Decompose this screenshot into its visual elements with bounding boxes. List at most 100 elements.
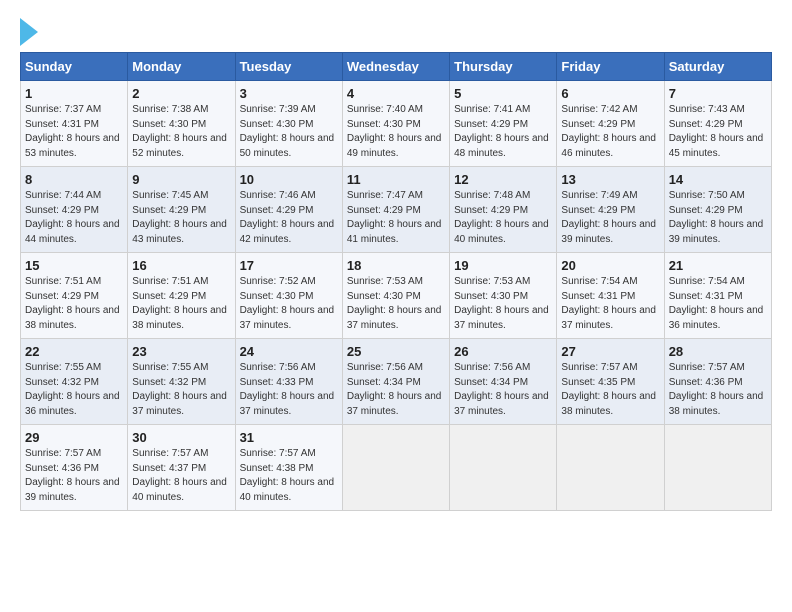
calendar-cell: 24Sunrise: 7:56 AMSunset: 4:33 PMDayligh…: [235, 339, 342, 425]
calendar-cell: 1 Sunrise: 7:37 AMSunset: 4:31 PMDaylight…: [21, 81, 128, 167]
calendar-cell: 12Sunrise: 7:48 AMSunset: 4:29 PMDayligh…: [450, 167, 557, 253]
day-info: Sunrise: 7:42 AMSunset: 4:29 PMDaylight:…: [561, 104, 656, 159]
calendar-cell: [342, 425, 449, 511]
calendar-cell: 25 Sunrise: 7:56 AMSunset: 4:34 PMDayligh…: [342, 339, 449, 425]
calendar-cell: 20 Sunrise: 7:54 AMSunset: 4:31 PMDayligh…: [557, 253, 664, 339]
day-number: 5: [454, 86, 552, 101]
day-info: Sunrise: 7:55 AMSunset: 4:32 PMDaylight:…: [132, 362, 227, 417]
day-number: 21: [669, 258, 767, 273]
calendar-cell: 29 Sunrise: 7:57 AMSunset: 4:36 PMDayligh…: [21, 425, 128, 511]
column-header-saturday: Saturday: [664, 53, 771, 81]
calendar-cell: [450, 425, 557, 511]
day-number: 15: [25, 258, 123, 273]
day-info: Sunrise: 7:46 AMSunset: 4:29 PMDaylight:…: [240, 190, 335, 245]
day-info: Sunrise: 7:45 AMSunset: 4:29 PMDaylight:…: [132, 190, 227, 245]
day-number: 8: [25, 172, 123, 187]
calendar-cell: [664, 425, 771, 511]
day-info: Sunrise: 7:57 AMSunset: 4:38 PMDaylight:…: [240, 448, 335, 503]
day-info: Sunrise: 7:38 AMSunset: 4:30 PMDaylight:…: [132, 104, 227, 159]
calendar-cell: 8 Sunrise: 7:44 AMSunset: 4:29 PMDaylight…: [21, 167, 128, 253]
day-info: Sunrise: 7:39 AMSunset: 4:30 PMDaylight:…: [240, 104, 335, 159]
calendar-cell: 18 Sunrise: 7:53 AMSunset: 4:30 PMDayligh…: [342, 253, 449, 339]
day-number: 30: [132, 430, 230, 445]
day-info: Sunrise: 7:53 AMSunset: 4:30 PMDaylight:…: [454, 276, 549, 331]
day-number: 9: [132, 172, 230, 187]
day-number: 31: [240, 430, 338, 445]
day-info: Sunrise: 7:54 AMSunset: 4:31 PMDaylight:…: [669, 276, 764, 331]
day-number: 4: [347, 86, 445, 101]
day-info: Sunrise: 7:51 AMSunset: 4:29 PMDaylight:…: [25, 276, 120, 331]
column-header-sunday: Sunday: [21, 53, 128, 81]
day-number: 22: [25, 344, 123, 359]
day-info: Sunrise: 7:37 AMSunset: 4:31 PMDaylight:…: [25, 104, 120, 159]
day-info: Sunrise: 7:50 AMSunset: 4:29 PMDaylight:…: [669, 190, 764, 245]
calendar-cell: 6 Sunrise: 7:42 AMSunset: 4:29 PMDaylight…: [557, 81, 664, 167]
calendar-week-3: 15 Sunrise: 7:51 AMSunset: 4:29 PMDayligh…: [21, 253, 772, 339]
calendar-cell: 3 Sunrise: 7:39 AMSunset: 4:30 PMDaylight…: [235, 81, 342, 167]
day-info: Sunrise: 7:57 AMSunset: 4:35 PMDaylight:…: [561, 362, 656, 417]
calendar-cell: 10 Sunrise: 7:46 AMSunset: 4:29 PMDayligh…: [235, 167, 342, 253]
day-number: 7: [669, 86, 767, 101]
day-info: Sunrise: 7:43 AMSunset: 4:29 PMDaylight:…: [669, 104, 764, 159]
day-info: Sunrise: 7:54 AMSunset: 4:31 PMDaylight:…: [561, 276, 656, 331]
calendar-cell: 14Sunrise: 7:50 AMSunset: 4:29 PMDayligh…: [664, 167, 771, 253]
calendar-cell: 27 Sunrise: 7:57 AMSunset: 4:35 PMDayligh…: [557, 339, 664, 425]
calendar-header-row: SundayMondayTuesdayWednesdayThursdayFrid…: [21, 53, 772, 81]
calendar-cell: 21 Sunrise: 7:54 AMSunset: 4:31 PMDayligh…: [664, 253, 771, 339]
calendar-cell: 2Sunrise: 7:38 AMSunset: 4:30 PMDaylight…: [128, 81, 235, 167]
day-info: Sunrise: 7:57 AMSunset: 4:37 PMDaylight:…: [132, 448, 227, 503]
calendar-cell: 11 Sunrise: 7:47 AMSunset: 4:29 PMDayligh…: [342, 167, 449, 253]
calendar-cell: 16Sunrise: 7:51 AMSunset: 4:29 PMDayligh…: [128, 253, 235, 339]
calendar-cell: 13 Sunrise: 7:49 AMSunset: 4:29 PMDayligh…: [557, 167, 664, 253]
day-number: 3: [240, 86, 338, 101]
day-number: 10: [240, 172, 338, 187]
day-number: 26: [454, 344, 552, 359]
day-number: 13: [561, 172, 659, 187]
day-info: Sunrise: 7:44 AMSunset: 4:29 PMDaylight:…: [25, 190, 120, 245]
calendar-cell: 28 Sunrise: 7:57 AMSunset: 4:36 PMDayligh…: [664, 339, 771, 425]
calendar-cell: 4 Sunrise: 7:40 AMSunset: 4:30 PMDaylight…: [342, 81, 449, 167]
day-number: 25: [347, 344, 445, 359]
day-info: Sunrise: 7:55 AMSunset: 4:32 PMDaylight:…: [25, 362, 120, 417]
day-number: 18: [347, 258, 445, 273]
day-info: Sunrise: 7:56 AMSunset: 4:34 PMDaylight:…: [347, 362, 442, 417]
logo: [20, 16, 38, 46]
calendar-cell: 15 Sunrise: 7:51 AMSunset: 4:29 PMDayligh…: [21, 253, 128, 339]
calendar-week-1: 1 Sunrise: 7:37 AMSunset: 4:31 PMDaylight…: [21, 81, 772, 167]
page-header: [20, 16, 772, 46]
calendar-cell: 9 Sunrise: 7:45 AMSunset: 4:29 PMDaylight…: [128, 167, 235, 253]
day-number: 28: [669, 344, 767, 359]
day-number: 29: [25, 430, 123, 445]
day-number: 20: [561, 258, 659, 273]
calendar-cell: 5 Sunrise: 7:41 AMSunset: 4:29 PMDaylight…: [450, 81, 557, 167]
day-info: Sunrise: 7:40 AMSunset: 4:30 PMDaylight:…: [347, 104, 442, 159]
calendar-body: 1 Sunrise: 7:37 AMSunset: 4:31 PMDaylight…: [21, 81, 772, 511]
day-info: Sunrise: 7:53 AMSunset: 4:30 PMDaylight:…: [347, 276, 442, 331]
day-info: Sunrise: 7:57 AMSunset: 4:36 PMDaylight:…: [25, 448, 120, 503]
day-info: Sunrise: 7:56 AMSunset: 4:33 PMDaylight:…: [240, 362, 335, 417]
logo-arrow-icon: [20, 18, 38, 46]
column-header-monday: Monday: [128, 53, 235, 81]
column-header-wednesday: Wednesday: [342, 53, 449, 81]
calendar-cell: 26 Sunrise: 7:56 AMSunset: 4:34 PMDayligh…: [450, 339, 557, 425]
day-info: Sunrise: 7:56 AMSunset: 4:34 PMDaylight:…: [454, 362, 549, 417]
day-info: Sunrise: 7:41 AMSunset: 4:29 PMDaylight:…: [454, 104, 549, 159]
column-header-friday: Friday: [557, 53, 664, 81]
calendar-cell: [557, 425, 664, 511]
day-number: 27: [561, 344, 659, 359]
calendar-cell: 30 Sunrise: 7:57 AMSunset: 4:37 PMDayligh…: [128, 425, 235, 511]
calendar-cell: 22 Sunrise: 7:55 AMSunset: 4:32 PMDayligh…: [21, 339, 128, 425]
day-info: Sunrise: 7:57 AMSunset: 4:36 PMDaylight:…: [669, 362, 764, 417]
calendar-cell: 7 Sunrise: 7:43 AMSunset: 4:29 PMDaylight…: [664, 81, 771, 167]
column-header-tuesday: Tuesday: [235, 53, 342, 81]
day-number: 6: [561, 86, 659, 101]
calendar-cell: 19 Sunrise: 7:53 AMSunset: 4:30 PMDayligh…: [450, 253, 557, 339]
day-info: Sunrise: 7:49 AMSunset: 4:29 PMDaylight:…: [561, 190, 656, 245]
day-number: 11: [347, 172, 445, 187]
day-number: 1: [25, 86, 123, 101]
day-number: 19: [454, 258, 552, 273]
calendar-table: SundayMondayTuesdayWednesdayThursdayFrid…: [20, 52, 772, 511]
day-info: Sunrise: 7:47 AMSunset: 4:29 PMDaylight:…: [347, 190, 442, 245]
day-info: Sunrise: 7:52 AMSunset: 4:30 PMDaylight:…: [240, 276, 335, 331]
calendar-cell: 17Sunrise: 7:52 AMSunset: 4:30 PMDayligh…: [235, 253, 342, 339]
